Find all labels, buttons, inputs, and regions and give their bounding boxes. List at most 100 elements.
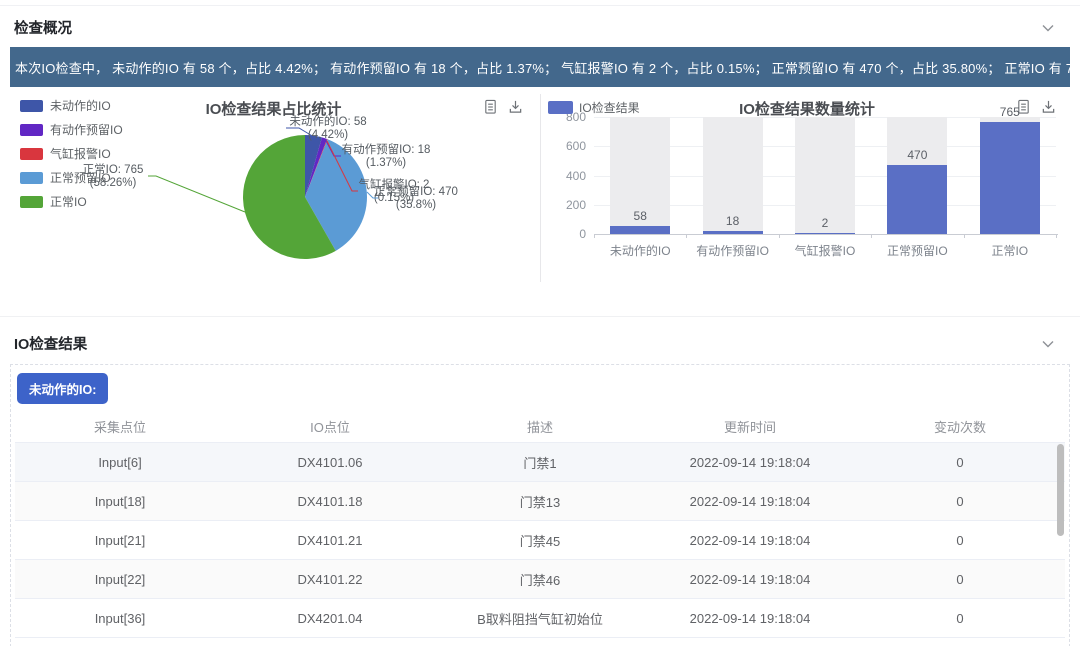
table-cell: DX4101.22: [225, 560, 435, 599]
legend-swatch: [20, 172, 43, 184]
table-column-header: IO点位: [225, 410, 435, 443]
pie-data-label: (35.8%): [396, 199, 436, 211]
legend-label: 未动作的IO: [50, 97, 111, 114]
table-row: Input[21]DX4101.21门禁452022-09-14 19:18:0…: [15, 521, 1065, 560]
table-cell: Input[36]: [15, 599, 225, 638]
table-cell: Input[6]: [15, 443, 225, 482]
bar-legend-swatch: [548, 101, 573, 114]
x-axis-line: [594, 234, 1058, 235]
table-cell: 门禁46: [435, 560, 645, 599]
bar-value-label: 765: [964, 105, 1056, 119]
y-axis-tick-label: 600: [546, 139, 586, 153]
table-column-header: 更新时间: [645, 410, 855, 443]
table-cell: DX4201.04: [225, 599, 435, 638]
table-cell: DX4101.21: [225, 521, 435, 560]
table-cell: 0: [855, 599, 1065, 638]
overview-section: 检查概况 本次IO检查中， 未动作的IO 有 58 个，占比 4.42%； 有动…: [0, 6, 1080, 317]
bar-value-label: 18: [686, 214, 778, 228]
overview-title: 检查概况: [14, 17, 72, 38]
table-cell: 0: [855, 521, 1065, 560]
overview-header: 检查概况: [0, 6, 1080, 47]
legend-swatch: [20, 196, 43, 208]
legend-label: 有动作预留IO: [50, 121, 123, 138]
legend-label: 气缸报警IO: [50, 145, 111, 162]
dashboard-page: 检查概况 本次IO检查中， 未动作的IO 有 58 个，占比 4.42%； 有动…: [0, 0, 1080, 646]
bar[interactable]: [703, 231, 763, 234]
bar-chart: 020040060080058未动作的IO18有动作预留IO2气缸报警IO470…: [544, 92, 1070, 288]
table-head: 采集点位IO点位描述更新时间变动次数: [15, 410, 1065, 443]
bar[interactable]: [610, 226, 670, 234]
pie-legend-item[interactable]: 正常预留IO: [20, 169, 123, 186]
table-cell: Input[21]: [15, 521, 225, 560]
table-cell: 2022-09-14 19:18:04: [645, 521, 855, 560]
pie-legend-item[interactable]: 正常IO: [20, 193, 123, 210]
pie-data-label: (1.37%): [366, 157, 406, 169]
y-axis-tick-label: 0: [546, 227, 586, 241]
x-axis-tick: [964, 234, 965, 238]
table-column-header: 描述: [435, 410, 645, 443]
table-row: Input[22]DX4101.22门禁462022-09-14 19:18:0…: [15, 560, 1065, 599]
x-axis-tick: [779, 234, 780, 238]
legend-label: 正常预留IO: [50, 169, 111, 186]
bar[interactable]: [887, 165, 947, 234]
summary-text: 本次IO检查中， 未动作的IO 有 58 个，占比 4.42%； 有动作预留IO…: [15, 58, 1070, 77]
x-axis-tick: [594, 234, 595, 238]
bar[interactable]: [795, 233, 855, 234]
legend-label: 正常IO: [50, 193, 87, 210]
table-cell: 2022-09-14 19:18:04: [645, 560, 855, 599]
charts-row: 未动作的IO有动作预留IO气缸报警IO正常预留IO正常IO IO检查结果占比统计: [10, 92, 1070, 288]
table-column-header: 采集点位: [15, 410, 225, 443]
pie-chart-panel: 未动作的IO有动作预留IO气缸报警IO正常预留IO正常IO IO检查结果占比统计: [10, 92, 537, 288]
x-axis-category-label: 正常预留IO: [871, 242, 963, 259]
x-axis-tick: [871, 234, 872, 238]
pie-data-label: 正常预留IO: 470: [374, 185, 458, 198]
summary-banner: 本次IO检查中， 未动作的IO 有 58 个，占比 4.42%； 有动作预留IO…: [10, 47, 1070, 87]
pie-legend-item[interactable]: 气缸报警IO: [20, 145, 123, 162]
x-axis-tick: [1056, 234, 1057, 238]
pie-legend-item[interactable]: 有动作预留IO: [20, 121, 123, 138]
overview-collapse-icon[interactable]: [1040, 20, 1056, 36]
table-row: Input[18]DX4101.18门禁132022-09-14 19:18:0…: [15, 482, 1065, 521]
bar[interactable]: [980, 122, 1040, 234]
bar-legend[interactable]: IO检查结果: [548, 99, 640, 116]
table-cell: Input[18]: [15, 482, 225, 521]
category-badge[interactable]: 未动作的IO:: [17, 373, 108, 404]
table-cell: 0: [855, 560, 1065, 599]
table-cell: 门禁45: [435, 521, 645, 560]
table-cell: 2022-09-14 19:18:04: [645, 482, 855, 521]
y-axis-tick-label: 400: [546, 169, 586, 183]
table-scrollbar-thumb[interactable]: [1057, 444, 1064, 536]
table-body: Input[6]DX4101.06门禁12022-09-14 19:18:040…: [15, 443, 1065, 638]
pie-data-label: 未动作的IO: 58: [289, 114, 366, 128]
pie-data-label: (4.42%): [308, 129, 348, 141]
table-cell: 门禁1: [435, 443, 645, 482]
table-column-header: 变动次数: [855, 410, 1065, 443]
bar-chart-panel: IO检查结果 IO检查结果数量统计 0200: [544, 92, 1070, 288]
bar-value-label: 58: [594, 209, 686, 223]
results-collapse-icon[interactable]: [1040, 336, 1056, 352]
table-cell: Input[22]: [15, 560, 225, 599]
charts-divider: [540, 94, 541, 282]
x-axis-category-label: 有动作预留IO: [686, 242, 778, 259]
table-cell: B取料阻挡气缸初始位: [435, 599, 645, 638]
table-cell: DX4101.18: [225, 482, 435, 521]
results-title: IO检查结果: [14, 333, 87, 354]
legend-swatch: [20, 100, 43, 112]
x-axis-category-label: 气缸报警IO: [779, 242, 871, 259]
table-cell: 2022-09-14 19:18:04: [645, 443, 855, 482]
pie-label-line: [148, 176, 245, 212]
table-row: Input[36]DX4201.04B取料阻挡气缸初始位2022-09-14 1…: [15, 599, 1065, 638]
results-header: IO检查结果: [0, 317, 1080, 364]
table-cell: DX4101.06: [225, 443, 435, 482]
pie-legend: 未动作的IO 有动作预留IO 气缸报警IO 正常预留IO 正常IO: [20, 97, 123, 210]
table-wrap: 采集点位IO点位描述更新时间变动次数 Input[6]DX4101.06门禁12…: [15, 410, 1065, 638]
results-container: 未动作的IO: 采集点位IO点位描述更新时间变动次数 Input[6]DX410…: [10, 364, 1070, 646]
bar-legend-label: IO检查结果: [579, 99, 640, 116]
x-axis-category-label: 正常IO: [964, 242, 1056, 259]
io-results-table: 采集点位IO点位描述更新时间变动次数 Input[6]DX4101.06门禁12…: [15, 410, 1065, 638]
bar-value-label: 470: [871, 148, 963, 162]
table-cell: 2022-09-14 19:18:04: [645, 599, 855, 638]
table-cell: 0: [855, 482, 1065, 521]
pie-legend-item[interactable]: 未动作的IO: [20, 97, 123, 114]
x-axis-tick: [686, 234, 687, 238]
